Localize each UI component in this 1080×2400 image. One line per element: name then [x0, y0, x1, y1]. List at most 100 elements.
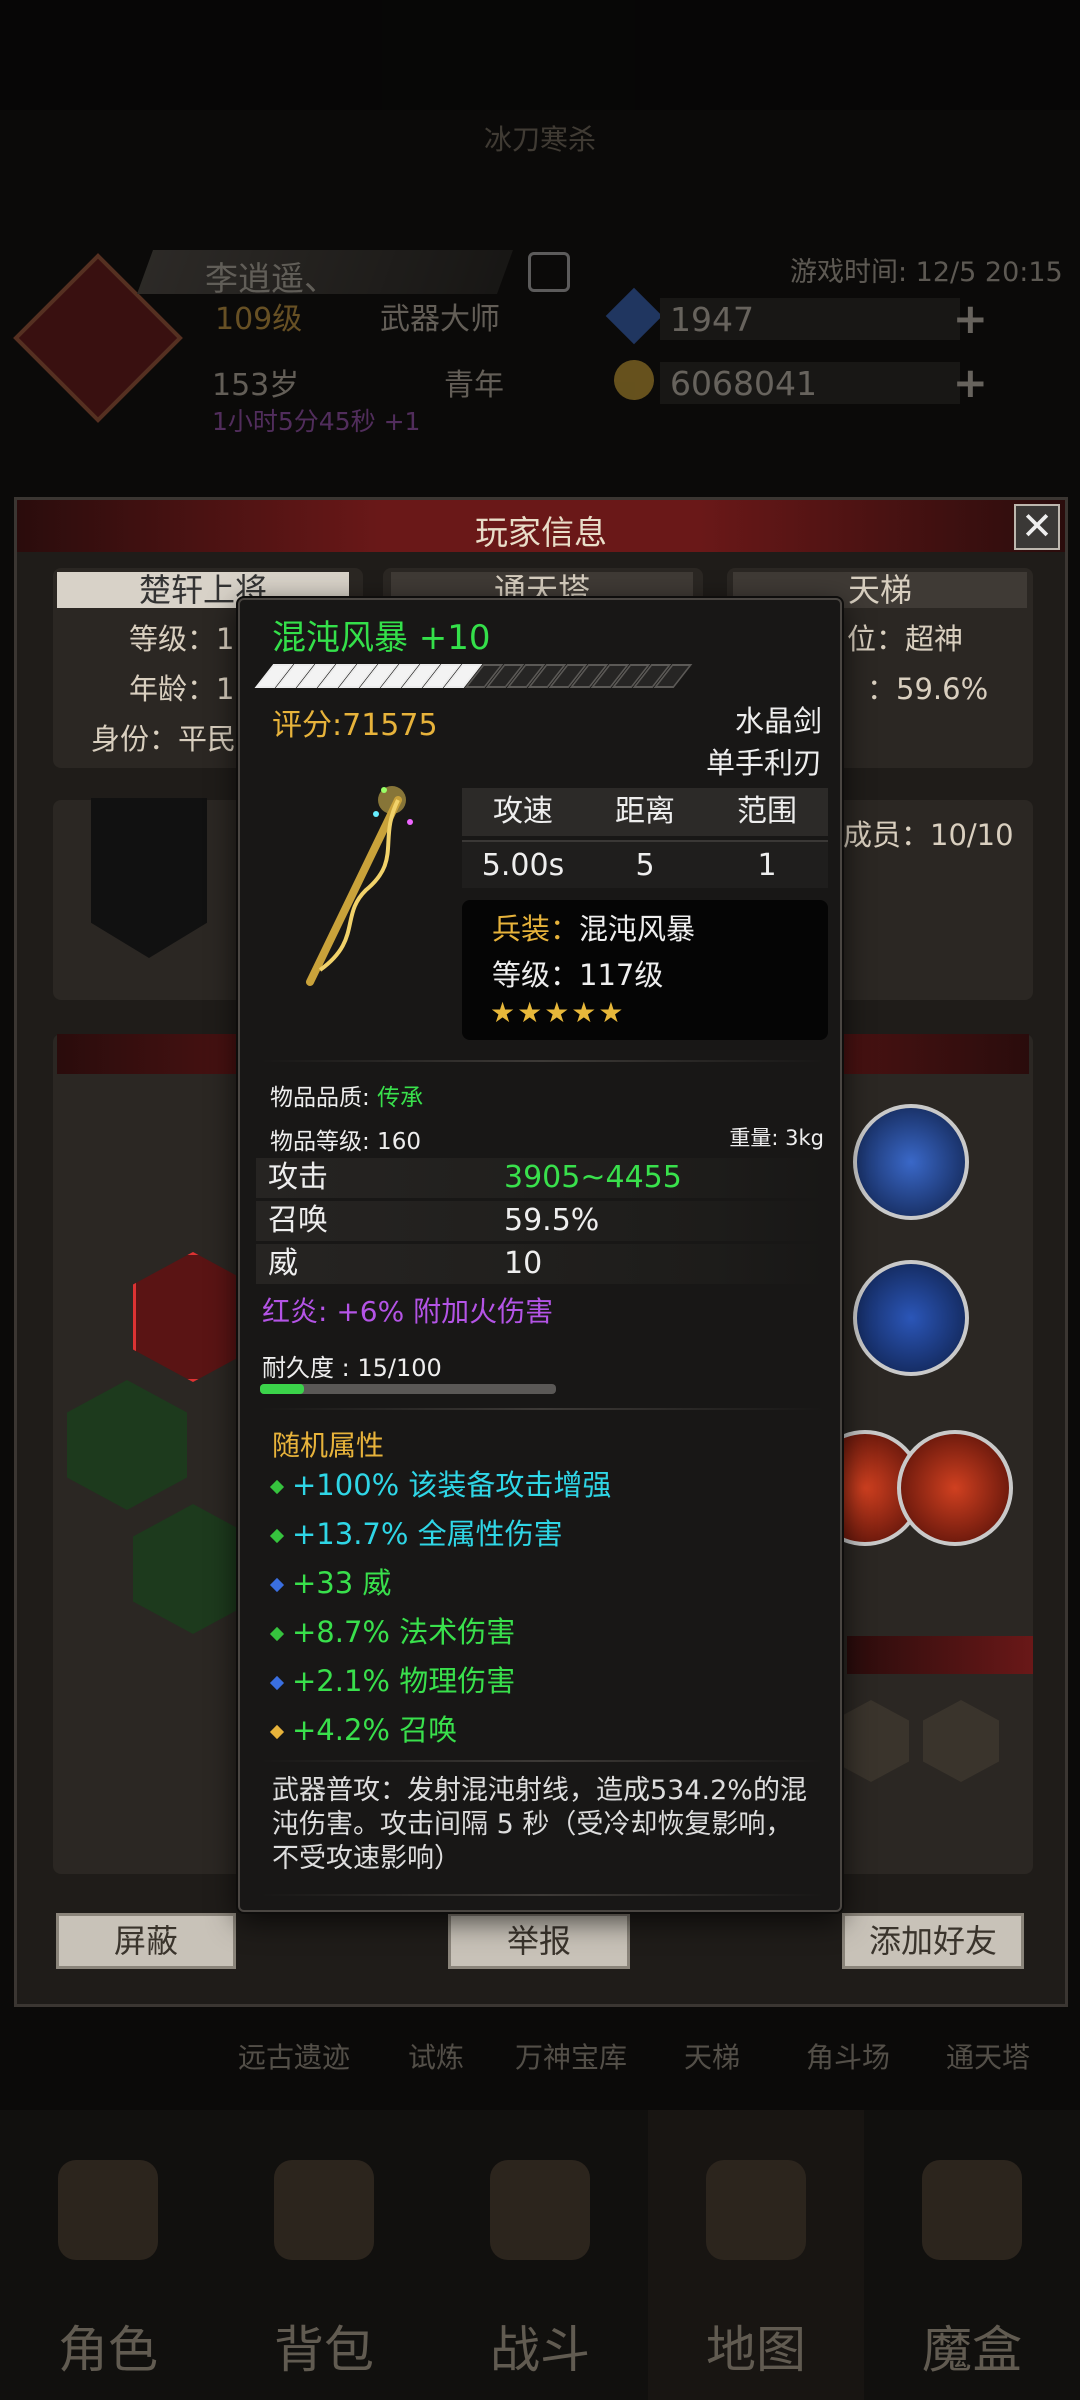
talent-header [847, 1636, 1033, 1674]
attr-row-attack: 攻击 3905~4455 [256, 1158, 826, 1198]
player-class: 武器大师 [380, 302, 500, 337]
tab-battle[interactable]: 战斗 [432, 2110, 648, 2400]
info-level: 等级：1 [129, 622, 235, 656]
nav-link-ladder[interactable]: 天梯 [684, 2036, 740, 2076]
divider [260, 1060, 824, 1062]
attack-speed-header: 攻速 [493, 794, 553, 829]
item-score: 评分:71575 [272, 708, 438, 743]
attr-summon-value: 59.5% [504, 1203, 600, 1238]
diamond-icon [269, 1675, 285, 1691]
gear-info-box: 兵装：混沌风暴 等级：117级 ★★★★★ [462, 900, 828, 1040]
gear-stars: ★★★★★ [490, 996, 626, 1029]
info-age: 年龄：1 [129, 672, 235, 706]
nav-link-tower[interactable]: 通天塔 [946, 2036, 1030, 2076]
range-value: 1 [757, 848, 777, 883]
random-attr-4-text: +8.7% 法术伤害 [292, 1615, 516, 1649]
durability-label: 耐久度 : 15/100 [262, 1354, 442, 1382]
random-attr-2: +13.7% 全属性伤害 [269, 1511, 563, 1553]
diamond-icon [269, 1724, 285, 1740]
stat-value-row: 5.00s 5 1 [462, 840, 828, 888]
add-friend-button[interactable]: 添加好友 [842, 1913, 1024, 1969]
random-attr-5: +2.1% 物理伤害 [269, 1658, 516, 1700]
weapon-stat-table: 攻速 距离 范围 5.00s 5 1 [462, 788, 828, 892]
tab-magic-box-label: 魔盒 [922, 2321, 1022, 2379]
tab-backpack[interactable]: 背包 [216, 2110, 432, 2400]
magic-box-icon [922, 2160, 1022, 2260]
random-attr-3: +33 威 [269, 1560, 392, 1602]
top-status-bar [0, 0, 1080, 110]
item-weight: 重量: 3kg [729, 1126, 824, 1150]
weapon-skill-description: 武器普攻：发射混沌射线，造成534.2%的混沌伤害。攻击间隔 5 秒（受冷却恢复… [272, 1775, 807, 1874]
bottom-tab-bar: 角色 背包 战斗 地图 魔盒 [0, 2110, 1080, 2400]
blue-gem-icon [605, 287, 663, 345]
add-gem-button[interactable]: + [953, 294, 988, 343]
secondary-nav: 远古遗迹 试炼 万神宝库 天梯 角斗场 通天塔 [0, 2030, 1080, 2090]
random-attr-4: +8.7% 法术伤害 [269, 1609, 516, 1651]
water-serpent-skill-icon[interactable] [853, 1260, 969, 1376]
random-attrs-title: 随机属性 [272, 1429, 385, 1462]
attr-might-label: 威 [268, 1246, 298, 1281]
attr-might-value: 10 [504, 1246, 543, 1281]
nav-link-ruins[interactable]: 远古遗迹 [238, 2036, 350, 2076]
gear-key: 兵装： [492, 912, 580, 946]
item-name: 混沌风暴 +10 [272, 618, 491, 658]
item-tooltip: 混沌风暴 +10 评分:71575 水晶剑 单手利刃 攻速 距离 范围 5.00… [238, 598, 842, 1912]
random-attr-5-text: +2.1% 物理伤害 [292, 1664, 516, 1698]
dialog-title: 玩家信息 [475, 513, 607, 552]
divider [260, 1408, 824, 1410]
fire-burst-skill-icon[interactable] [897, 1430, 1013, 1546]
divider [260, 1760, 824, 1762]
age-timer: 1小时5分45秒 +1 [212, 407, 421, 436]
diamond-icon [269, 1577, 285, 1593]
tab-backpack-label: 背包 [274, 2321, 374, 2379]
player-age: 153岁 [212, 368, 300, 403]
water-wave-skill-icon[interactable] [853, 1104, 969, 1220]
dialog-header: 玩家信息 ✕ [17, 500, 1065, 552]
add-gold-button[interactable]: + [953, 358, 988, 407]
distance-value: 5 [635, 848, 655, 883]
tab-map-label: 地图 [706, 2321, 806, 2379]
info-winrate: ：59.6% [867, 672, 989, 706]
item-level: 物品等级: 160 [270, 1129, 421, 1155]
attr-attack-value: 3905~4455 [504, 1160, 682, 1195]
edit-name-icon[interactable] [528, 252, 570, 292]
block-button[interactable]: 屏蔽 [56, 1913, 236, 1969]
gear-value: 混沌风暴 [579, 912, 696, 946]
player-level: 109级 [215, 302, 303, 337]
nav-link-arena[interactable]: 角斗场 [806, 2036, 890, 2076]
attack-speed-value: 5.00s [481, 848, 565, 883]
nav-link-trial[interactable]: 试炼 [408, 2036, 464, 2076]
attr-row-summon: 召唤 59.5% [256, 1201, 826, 1241]
range-header: 范围 [737, 794, 797, 829]
nav-link-treasury[interactable]: 万神宝库 [515, 2036, 627, 2076]
gear-level: 等级：117级 [492, 958, 664, 992]
guild-members: 成员：10/10 [843, 818, 1014, 852]
item-quality-label: 物品品质: [270, 1085, 378, 1111]
distance-header: 距离 [615, 794, 675, 829]
gem-value: 1947 [670, 300, 754, 339]
helmet-icon [58, 2160, 158, 2260]
random-attr-6: +4.2% 召唤 [269, 1707, 457, 1749]
header-title: 冰刀寒杀 [483, 123, 596, 156]
scroll-map-icon [706, 2160, 806, 2260]
tab-character-label: 角色 [58, 2321, 158, 2379]
attr-attack-label: 攻击 [268, 1160, 328, 1195]
random-attr-2-text: +13.7% 全属性伤害 [292, 1517, 563, 1551]
close-icon[interactable]: ✕ [1014, 504, 1060, 550]
random-attr-3-text: +33 威 [292, 1566, 392, 1600]
sword-shield-icon [490, 2160, 590, 2260]
random-attr-1-text: +100% 该装备攻击增强 [292, 1468, 612, 1502]
attr-row-might: 威 10 [256, 1244, 826, 1284]
player-age-stage: 青年 [444, 368, 504, 403]
diamond-icon [269, 1528, 285, 1544]
info-rank: 位：超神 [847, 622, 964, 656]
tab-character[interactable]: 角色 [0, 2110, 216, 2400]
tab-map[interactable]: 地图 [648, 2110, 864, 2400]
tab-battle-label: 战斗 [490, 2321, 590, 2379]
special-effect: 红炎: +6% 附加火伤害 [262, 1295, 554, 1328]
gold-value: 6068041 [670, 364, 817, 403]
tab-magic-box[interactable]: 魔盒 [864, 2110, 1080, 2400]
weapon-type: 水晶剑 [734, 704, 822, 738]
report-button[interactable]: 举报 [448, 1913, 630, 1969]
stat-header-row: 攻速 距离 范围 [462, 788, 828, 836]
